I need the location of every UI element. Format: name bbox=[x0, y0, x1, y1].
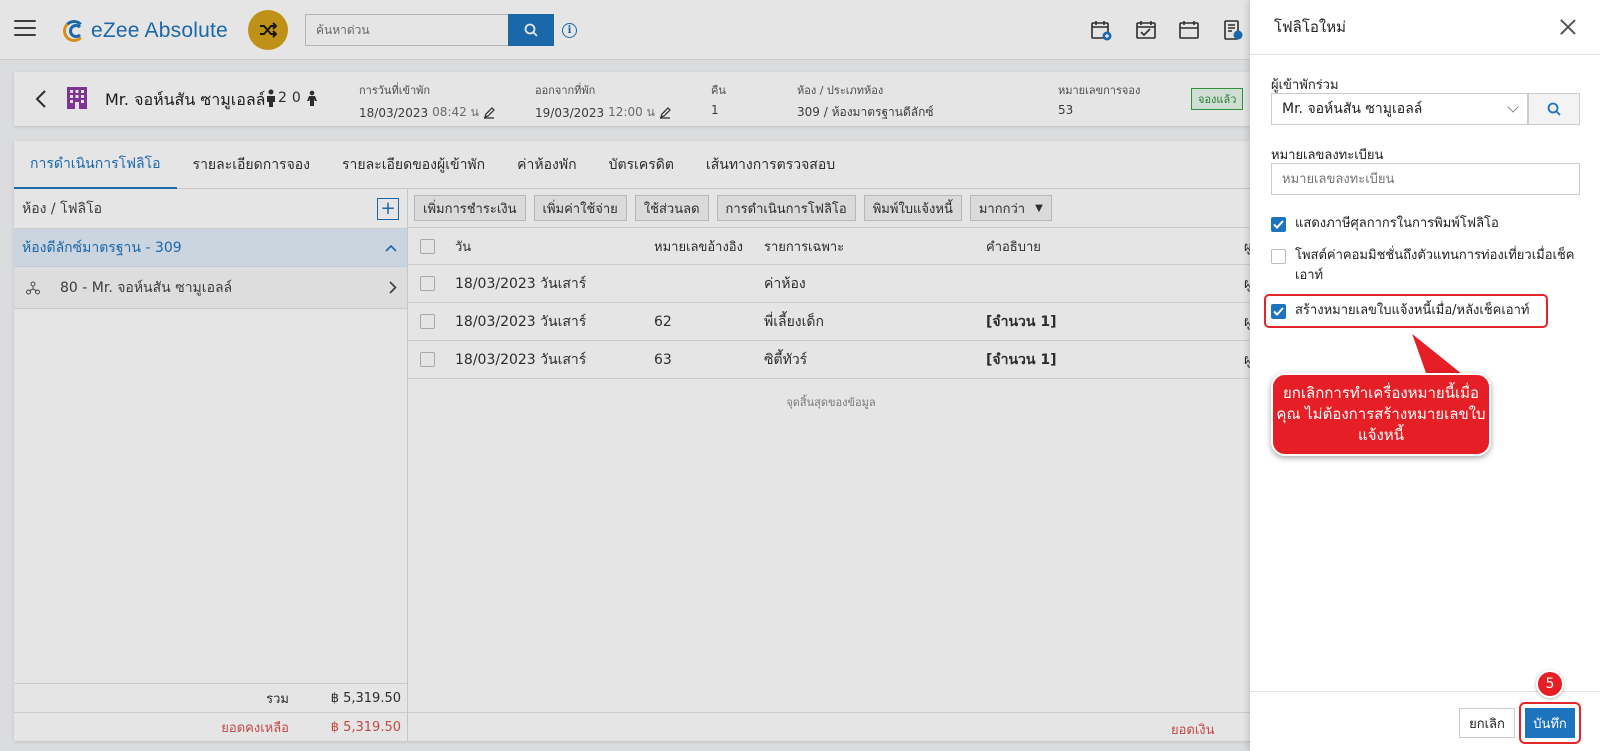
drawer-title: โฟลิโอใหม่ bbox=[1274, 18, 1347, 36]
step-badge: 5 bbox=[1536, 670, 1564, 698]
show-tax-checkbox[interactable] bbox=[1271, 217, 1286, 232]
new-folio-drawer: โฟลิโอใหม่ ผู้เข้าพักร่วม Mr. จอห์นสัน ซ… bbox=[1250, 0, 1600, 751]
option-show-tax[interactable]: แสดงภาษีศุลกากรในการพิมพ์โฟลิโอ bbox=[1271, 214, 1581, 234]
close-icon[interactable] bbox=[1560, 19, 1576, 35]
sharer-value: Mr. จอห์นสัน ซามูเอลล์ bbox=[1282, 101, 1423, 117]
registration-input[interactable] bbox=[1271, 163, 1580, 195]
registration-label: หมายเลขลงทะเบียน bbox=[1271, 148, 1384, 163]
post-commission-label: โพสต์ค่าคอมมิชชั่นถึงตัวแทนการท่องเที่ยว… bbox=[1295, 248, 1575, 283]
annotation-highlight bbox=[1264, 294, 1548, 328]
save-button[interactable]: บันทึก bbox=[1525, 708, 1575, 738]
show-tax-label: แสดงภาษีศุลกากรในการพิมพ์โฟลิโอ bbox=[1295, 216, 1499, 231]
option-post-commission[interactable]: โพสต์ค่าคอมมิชชั่นถึงตัวแทนการท่องเที่ยว… bbox=[1271, 246, 1581, 286]
chevron-down-icon bbox=[1507, 101, 1519, 113]
search-icon bbox=[1547, 102, 1561, 116]
post-commission-checkbox[interactable] bbox=[1271, 249, 1286, 264]
modal-overlay[interactable] bbox=[0, 0, 1250, 751]
drawer-footer: ยกเลิก บันทึก 5 bbox=[1250, 670, 1600, 751]
sharer-select[interactable]: Mr. จอห์นสัน ซามูเอลล์ bbox=[1271, 93, 1528, 125]
sharer-label: ผู้เข้าพักร่วม bbox=[1271, 78, 1339, 93]
callout-pointer bbox=[1408, 330, 1468, 377]
cancel-button[interactable]: ยกเลิก bbox=[1459, 708, 1515, 738]
sharer-search-button[interactable] bbox=[1528, 93, 1580, 125]
annotation-callout: ยกเลิกการทำเครื่องหมายนี้เมื่อคุณ ไม่ต้อ… bbox=[1271, 373, 1491, 456]
